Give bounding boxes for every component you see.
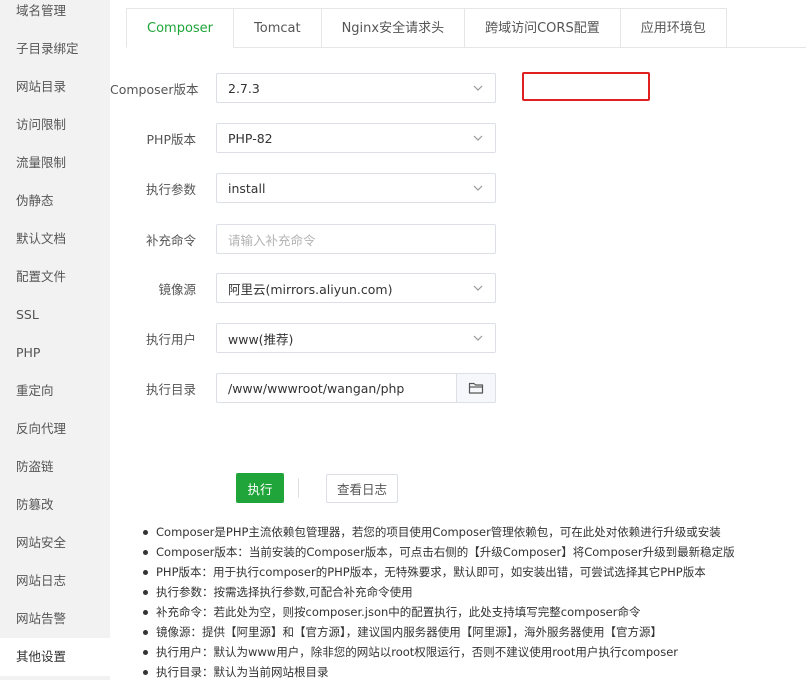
extra-cmd-label: 补充命令: [145, 232, 196, 248]
exec-user-select[interactable]: www(推荐): [216, 323, 496, 353]
sidebar-item-rewrite[interactable]: 伪静态: [0, 182, 110, 220]
exec-params-label: 执行参数: [145, 181, 196, 197]
sidebar-item-alerts[interactable]: 网站告警: [0, 600, 110, 638]
tab-nginx-headers[interactable]: Nginx安全请求头: [321, 8, 466, 48]
exec-user-value: www(推荐): [228, 331, 294, 347]
sidebar-item-php[interactable]: PHP: [0, 334, 110, 372]
sidebar-item-tamper[interactable]: 防篡改: [0, 486, 110, 524]
chevron-down-icon: [473, 335, 483, 341]
help-list: Composer是PHP主流依赖包管理器，若您的项目使用Composer管理依赖…: [140, 522, 805, 680]
tab-composer[interactable]: Composer: [126, 8, 235, 48]
exec-params-value: install: [228, 180, 266, 196]
extra-cmd-placeholder: 请输入补充命令: [228, 232, 316, 248]
mirror-value: 阿里云(mirrors.aliyun.com): [228, 281, 393, 297]
sidebar-item-traffic-limit[interactable]: 流量限制: [0, 144, 110, 182]
sidebar-item-default-doc[interactable]: 默认文档: [0, 220, 110, 258]
chevron-down-icon: [473, 185, 483, 191]
chevron-down-icon: [473, 285, 483, 291]
php-version-select[interactable]: PHP-82: [216, 123, 496, 153]
help-item: PHP版本：用于执行composer的PHP版本，无特殊要求，默认即可，如安装出…: [140, 562, 805, 582]
mirror-label: 镜像源: [158, 281, 196, 297]
sidebar-item-site-dir[interactable]: 网站目录: [0, 68, 110, 106]
main-panel: Composer Tomcat Nginx安全请求头 跨域访问CORS配置 应用…: [110, 0, 810, 680]
exec-user-row: 执行用户 www(推荐): [110, 323, 496, 353]
composer-version-select[interactable]: 2.7.3: [216, 73, 496, 103]
sidebar-item-redirect[interactable]: 重定向: [0, 372, 110, 410]
extra-cmd-input[interactable]: 请输入补充命令: [216, 224, 496, 254]
sidebar-item-security[interactable]: 网站安全: [0, 524, 110, 562]
sidebar-list: 域名管理 子目录绑定 网站目录 访问限制 流量限制 伪静态 默认文档 配置文件 …: [0, 0, 110, 676]
exec-user-label: 执行用户: [145, 331, 196, 347]
help-item: 执行用户：默认为www用户，除非您的网站以root权限运行，否则不建议使用roo…: [140, 642, 805, 662]
extra-cmd-row: 补充命令 请输入补充命令: [110, 224, 496, 254]
view-log-button[interactable]: 查看日志: [326, 474, 398, 503]
exec-params-row: 执行参数 install: [110, 173, 496, 203]
folder-picker-button[interactable]: [456, 373, 496, 403]
exec-dir-group: /www/wwwroot/wangan/php: [216, 373, 496, 403]
tab-cors[interactable]: 跨域访问CORS配置: [465, 8, 621, 48]
mirror-row: 镜像源 阿里云(mirrors.aliyun.com): [110, 273, 496, 303]
highlight-box: [522, 72, 650, 101]
exec-params-select[interactable]: install: [216, 173, 496, 203]
run-button[interactable]: 执行: [236, 473, 284, 503]
sidebar-item-logs[interactable]: 网站日志: [0, 562, 110, 600]
sidebar-item-domain[interactable]: 域名管理: [0, 0, 110, 30]
tab-bar: Composer Tomcat Nginx安全请求头 跨域访问CORS配置 应用…: [126, 8, 806, 48]
php-version-row: PHP版本 PHP-82: [110, 123, 496, 153]
composer-version-row: Composer版本 2.7.3: [110, 73, 496, 103]
composer-version-value: 2.7.3: [228, 80, 260, 96]
sidebar-item-other-settings[interactable]: 其他设置: [0, 638, 110, 676]
php-version-label: PHP版本: [146, 131, 196, 147]
exec-dir-label: 执行目录: [145, 381, 196, 397]
button-divider: [298, 478, 299, 498]
exec-dir-value: /www/wwwroot/wangan/php: [228, 380, 405, 396]
mirror-select[interactable]: 阿里云(mirrors.aliyun.com): [216, 273, 496, 303]
help-item: 补充命令：若此处为空，则按composer.json中的配置执行，此处支持填写完…: [140, 602, 805, 622]
sidebar-item-ssl[interactable]: SSL: [0, 296, 110, 334]
composer-version-label: Composer版本: [110, 81, 199, 97]
chevron-down-icon: [473, 85, 483, 91]
folder-icon: [468, 382, 484, 394]
help-item: Composer是PHP主流依赖包管理器，若您的项目使用Composer管理依赖…: [140, 522, 805, 542]
tab-tomcat[interactable]: Tomcat: [234, 8, 322, 48]
sidebar: 域名管理 子目录绑定 网站目录 访问限制 流量限制 伪静态 默认文档 配置文件 …: [0, 0, 110, 680]
sidebar-item-hotlink[interactable]: 防盗链: [0, 448, 110, 486]
help-item: Composer版本：当前安装的Composer版本，可点击右侧的【升级Comp…: [140, 542, 805, 562]
exec-dir-row: 执行目录 /www/wwwroot/wangan/php: [110, 373, 496, 403]
sidebar-item-subdir[interactable]: 子目录绑定: [0, 30, 110, 68]
help-item: 镜像源：提供【阿里源】和【官方源】，建议国内服务器使用【阿里源】，海外服务器使用…: [140, 622, 805, 642]
sidebar-item-reverse-proxy[interactable]: 反向代理: [0, 410, 110, 448]
php-version-value: PHP-82: [228, 130, 273, 146]
help-item: 执行参数：按需选择执行参数,可配合补充命令使用: [140, 582, 805, 602]
tab-app-env[interactable]: 应用环境包: [620, 8, 727, 48]
exec-dir-input[interactable]: /www/wwwroot/wangan/php: [216, 373, 456, 403]
sidebar-item-access-limit[interactable]: 访问限制: [0, 106, 110, 144]
help-item: 执行目录：默认为当前网站根目录: [140, 662, 805, 680]
chevron-down-icon: [473, 135, 483, 141]
sidebar-item-config-file[interactable]: 配置文件: [0, 258, 110, 296]
